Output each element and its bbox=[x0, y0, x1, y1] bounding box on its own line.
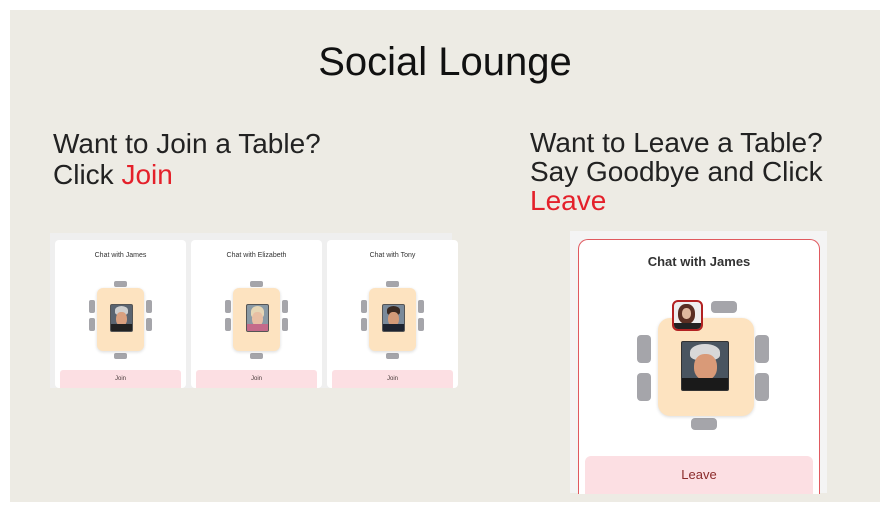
seat bbox=[89, 300, 95, 313]
leave-button[interactable]: Leave bbox=[585, 456, 813, 494]
join-button[interactable]: Join bbox=[196, 370, 317, 388]
seat bbox=[361, 300, 367, 313]
table-card-title: Chat with Tony bbox=[369, 252, 416, 259]
click-text: Click bbox=[53, 159, 122, 190]
slide: Social Lounge Want to Join a Table? Clic… bbox=[10, 10, 880, 502]
slide-title: Social Lounge bbox=[318, 40, 572, 84]
avatar bbox=[382, 304, 405, 332]
seat bbox=[361, 318, 367, 331]
seat bbox=[146, 318, 152, 331]
leave-instruction-line: Say Goodbye and Click bbox=[530, 156, 823, 187]
seat bbox=[755, 335, 769, 363]
leave-instructions: Want to Leave a Table? Say Goodbye and C… bbox=[530, 128, 823, 215]
table-card-tony: Chat with Tony Join bbox=[327, 240, 458, 388]
table-card-james-active: Chat with James Leave bbox=[578, 239, 820, 494]
seat bbox=[282, 318, 288, 331]
seat bbox=[146, 300, 152, 313]
seat bbox=[386, 353, 399, 359]
seat bbox=[114, 281, 127, 287]
table-card-james: Chat with James Join bbox=[55, 240, 186, 388]
table-card-title: Chat with Elizabeth bbox=[226, 252, 287, 259]
table-card-title: Chat with James bbox=[647, 254, 751, 269]
join-button[interactable]: Join bbox=[332, 370, 453, 388]
seat bbox=[386, 281, 399, 287]
table-card-title: Chat with James bbox=[94, 252, 147, 259]
join-question: Want to Join a Table? bbox=[53, 128, 321, 159]
seat bbox=[711, 301, 737, 313]
seat bbox=[637, 335, 651, 363]
seat bbox=[225, 318, 231, 331]
avatar bbox=[681, 341, 729, 391]
leave-question: Want to Leave a Table? bbox=[530, 127, 823, 158]
seat bbox=[89, 318, 95, 331]
seat bbox=[250, 353, 263, 359]
join-instructions: Want to Join a Table? Click Join bbox=[53, 128, 321, 190]
avatar bbox=[110, 304, 133, 332]
participant-avatar bbox=[672, 300, 703, 331]
seat bbox=[691, 418, 717, 430]
join-instruction-line: Click Join bbox=[53, 159, 321, 190]
join-keyword: Join bbox=[121, 159, 173, 190]
active-table-screenshot: Chat with James Leave bbox=[570, 231, 827, 494]
seat bbox=[637, 373, 651, 401]
seat bbox=[225, 300, 231, 313]
seat bbox=[282, 300, 288, 313]
seat bbox=[418, 300, 424, 313]
join-button[interactable]: Join bbox=[60, 370, 181, 388]
table-card-elizabeth: Chat with Elizabeth Join bbox=[191, 240, 322, 388]
seat bbox=[250, 281, 263, 287]
seat bbox=[114, 353, 127, 359]
avatar bbox=[246, 304, 269, 332]
seat bbox=[418, 318, 424, 331]
table-cards-screenshot: Chat with James Join Chat with Elizabeth bbox=[50, 233, 458, 388]
leave-keyword: Leave bbox=[530, 185, 607, 216]
seat bbox=[755, 373, 769, 401]
